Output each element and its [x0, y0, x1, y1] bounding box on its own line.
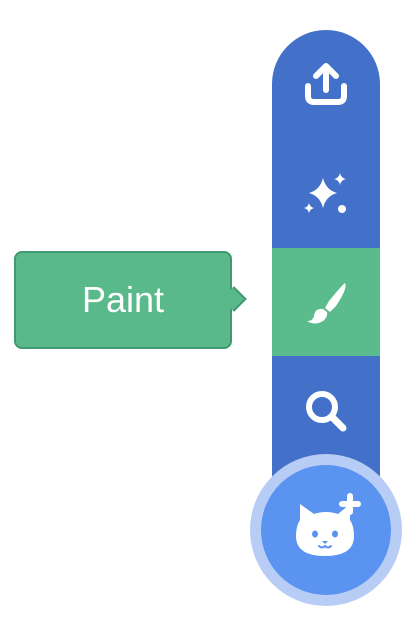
- search-icon: [306, 391, 347, 432]
- search-sprite-button[interactable]: [272, 357, 380, 465]
- paint-tooltip: Paint: [14, 251, 232, 349]
- choose-sprite-button[interactable]: [261, 465, 391, 595]
- sparkle-icon: [304, 173, 346, 213]
- paint-sprite-button[interactable]: [272, 248, 380, 356]
- upload-icon: [305, 63, 347, 105]
- paintbrush-icon: [307, 283, 346, 324]
- cat-add-icon: [296, 493, 361, 556]
- tooltip-label: Paint: [81, 279, 165, 320]
- sprite-chooser-stage: Paint: [0, 0, 418, 622]
- surprise-sprite-button[interactable]: [272, 139, 380, 247]
- upload-sprite-button[interactable]: [272, 30, 380, 138]
